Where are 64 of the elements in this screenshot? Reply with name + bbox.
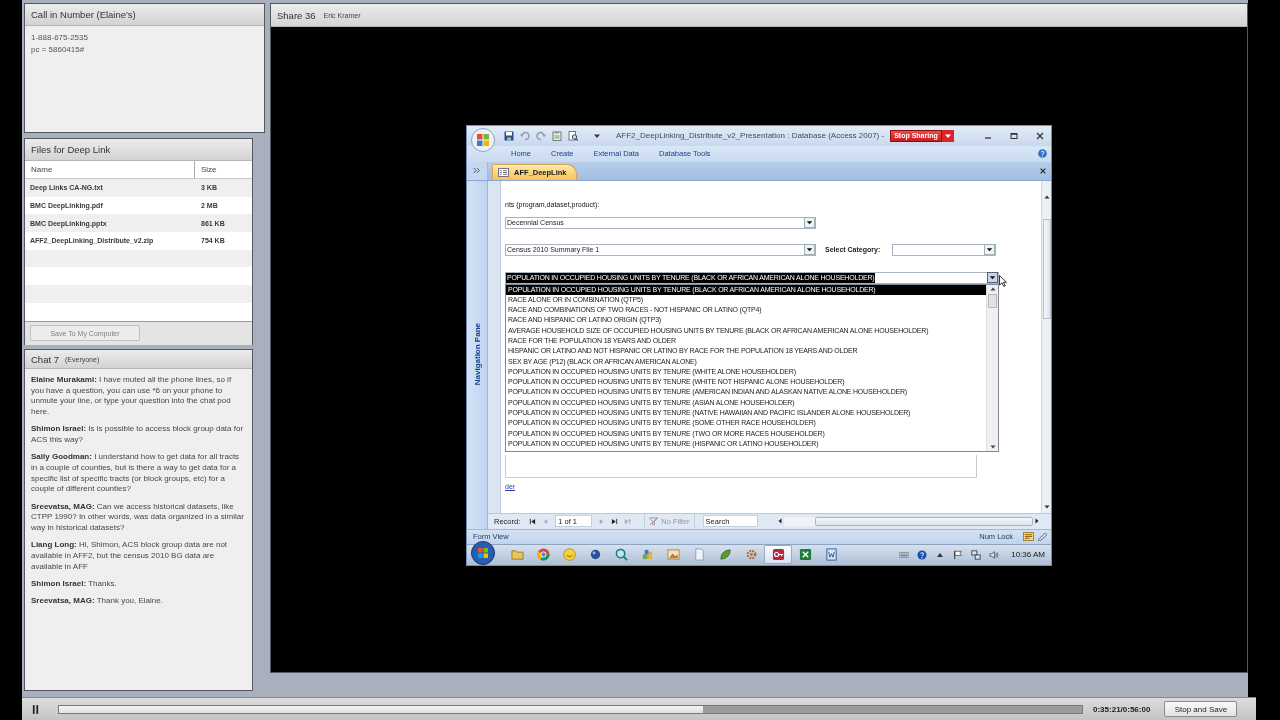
keyboard-icon[interactable] bbox=[899, 549, 910, 560]
dotted-ring-icon[interactable] bbox=[744, 548, 758, 561]
speaker-icon[interactable] bbox=[989, 549, 1000, 560]
scrollbar[interactable] bbox=[986, 284, 998, 451]
scroll-thumb[interactable] bbox=[988, 293, 997, 308]
sphere-icon[interactable] bbox=[588, 548, 602, 561]
help-icon[interactable] bbox=[1038, 149, 1047, 158]
progress-track[interactable] bbox=[58, 704, 1083, 714]
last-record-icon[interactable] bbox=[611, 517, 619, 525]
network-icon[interactable] bbox=[971, 549, 982, 560]
first-record-icon[interactable] bbox=[529, 517, 537, 525]
scroll-thumb[interactable] bbox=[815, 516, 1033, 526]
chat-message: Shimon Israel: Thanks. bbox=[31, 578, 118, 590]
stop-and-save-button[interactable]: Stop and Save bbox=[1164, 701, 1238, 717]
scrollbar[interactable] bbox=[1041, 180, 1051, 513]
close-icon[interactable] bbox=[1035, 130, 1045, 141]
document-w-icon[interactable] bbox=[824, 548, 838, 561]
double-chevron-icon[interactable] bbox=[473, 167, 481, 174]
colored-ring-icon[interactable] bbox=[536, 548, 550, 561]
input-field[interactable] bbox=[505, 454, 977, 478]
chat-message: Shimon Israel: Is is possible to access block group data for ACS this way? bbox=[31, 424, 245, 446]
smiley-icon[interactable] bbox=[562, 548, 576, 561]
column-header[interactable]: Name bbox=[25, 161, 195, 178]
magnifier-icon[interactable] bbox=[614, 548, 628, 561]
design-view-icon[interactable] bbox=[1037, 532, 1048, 541]
clipboard-icon[interactable] bbox=[552, 130, 562, 141]
form-icon bbox=[498, 167, 509, 177]
folder-icon[interactable] bbox=[510, 548, 524, 561]
landscape-picture-icon[interactable] bbox=[666, 548, 680, 561]
chat-message: Sally Goodman: I understand how to get data for all tracts in a couple of counties, but is there a way to get data for a specific list of specific tracts (or block groups, etc) for a couple of different counties? bbox=[31, 452, 241, 496]
call-info-text: 1-888-675-2535 bbox=[31, 32, 89, 44]
caret-icon[interactable] bbox=[594, 132, 600, 139]
save-icon[interactable] bbox=[504, 130, 514, 141]
pod-title: Call in Number (Elaine's) bbox=[31, 9, 136, 20]
playback-time: 0:35:21/0:56:00 bbox=[1093, 704, 1151, 714]
maximize-icon[interactable] bbox=[1009, 130, 1019, 141]
chat-message: Sreevatsa, MAG: Can we access historical datasets, like CTPP 1990? In other words, was data organized in a similar way in historical datasets? bbox=[31, 501, 245, 534]
chat-message: Elaine Murakami: I have muted all the phone lines, so if you have a question, you can use *6 on your phone to unmute your line, or type your question into the chat pod here. bbox=[31, 375, 233, 418]
print-preview-icon[interactable] bbox=[568, 130, 578, 141]
taskbar-button[interactable] bbox=[764, 545, 792, 564]
pause-icon[interactable] bbox=[32, 704, 39, 714]
cross-tile-icon[interactable] bbox=[798, 548, 812, 561]
leaf-icon[interactable] bbox=[718, 548, 732, 561]
column-header[interactable]: Size bbox=[195, 161, 217, 178]
call-info-text: pc = 5860415# bbox=[31, 44, 86, 56]
start-orb-icon[interactable] bbox=[471, 540, 495, 565]
key-icon bbox=[771, 548, 785, 561]
pod-title: Chat 7 bbox=[31, 353, 59, 365]
window-title: AFF2_DeepLinking_Distribute_v2_Presentation : Database (Access 2007) - bbox=[616, 131, 885, 140]
help-icon[interactable] bbox=[917, 549, 928, 560]
arrow-right-icon[interactable] bbox=[1033, 517, 1041, 525]
pod-title: Share 36 bbox=[277, 9, 316, 21]
undo-icon[interactable] bbox=[520, 130, 530, 141]
flag-icon[interactable] bbox=[953, 549, 964, 560]
scroll-thumb[interactable] bbox=[1042, 218, 1051, 319]
chat-message: Liang Long: Hi, Shimon, ACS block group data are not available in AFF2, but the census 2010 BG data are available in AFF bbox=[31, 540, 229, 573]
funnel-icon bbox=[649, 516, 659, 526]
clock-time[interactable]: 10:36 AM bbox=[1011, 550, 1045, 559]
close-icon[interactable] bbox=[1039, 166, 1047, 175]
blocks-icon[interactable] bbox=[640, 548, 654, 561]
redo-icon[interactable] bbox=[536, 130, 546, 141]
chat-message: Sreevatsa, MAG: Thank you, Elaine. bbox=[31, 595, 164, 607]
pod-title: Files for Deep Link bbox=[31, 144, 111, 155]
form-view-icon[interactable] bbox=[1023, 532, 1034, 541]
